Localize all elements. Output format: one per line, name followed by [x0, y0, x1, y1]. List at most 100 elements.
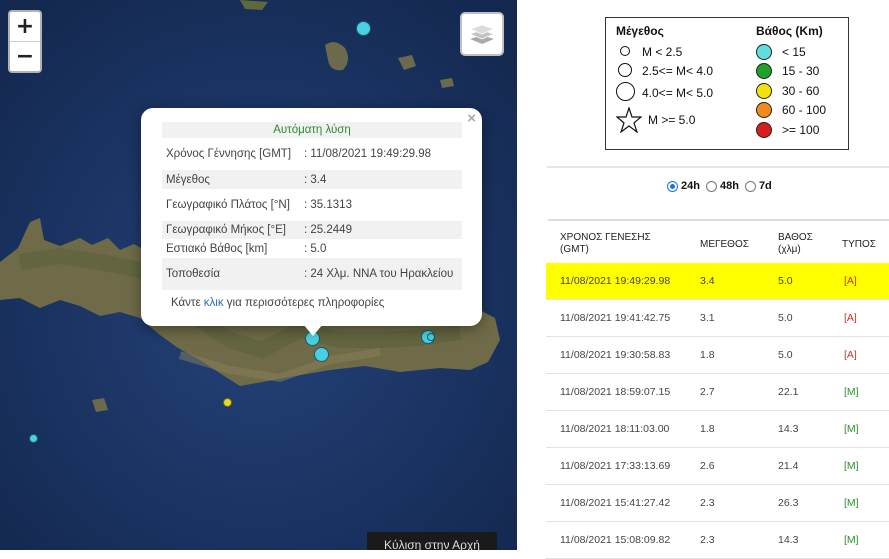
- cell-depth: 14.3: [778, 534, 799, 546]
- cell-type: [M]: [844, 534, 859, 546]
- cell-type: [A]: [844, 275, 857, 287]
- depth-swatch: [756, 43, 772, 60]
- popup-header: Αυτόματη λύση: [162, 122, 462, 138]
- radio-24h-label: 24h: [681, 180, 700, 192]
- depth-swatch: [756, 102, 772, 119]
- cell-time: 11/08/2021 17:33:13.69: [560, 460, 671, 472]
- cell-time: 11/08/2021 19:41:42.75: [560, 312, 671, 324]
- cell-time: 11/08/2021 15:41:27.42: [560, 497, 671, 509]
- cell-type: [M]: [844, 386, 859, 398]
- cell-type: [M]: [844, 460, 859, 472]
- depth-label: 30 - 60: [782, 83, 820, 98]
- cell-magnitude: 1.8: [700, 349, 715, 361]
- medium-circle-icon: [618, 62, 632, 77]
- depth-legend-item: < 15: [756, 42, 826, 62]
- table-row[interactable]: 11/08/2021 19:49:29.98 3.4 5.0 [A]: [546, 263, 889, 300]
- radio-7d[interactable]: [744, 180, 756, 192]
- column-header-time: ΧΡΟΝΟΣ ΓΕΝΕΣΗΣ (GMT): [560, 232, 651, 255]
- popup-label: Εστιακό Βάθος [km]: [166, 242, 268, 255]
- cell-magnitude: 1.8: [700, 423, 715, 435]
- cell-magnitude: 3.4: [700, 275, 715, 287]
- cell-depth: 14.3: [778, 423, 799, 435]
- column-header-type: ΤΥΠΟΣ: [842, 239, 876, 250]
- popup-value: : 24 Χλμ. ΝΝΑ του Ηρακλείου: [300, 258, 462, 290]
- layers-button[interactable]: [460, 12, 504, 56]
- scroll-to-top-button[interactable]: Κύλιση στην Αρχή: [367, 532, 497, 550]
- magnitude-label: M >= 5.0: [648, 113, 696, 127]
- table-row[interactable]: 11/08/2021 19:30:58.83 1.8 5.0 [A]: [546, 337, 889, 374]
- cell-time: 11/08/2021 18:11:03.00: [560, 423, 670, 435]
- star-icon: [616, 107, 642, 133]
- zoom-control: + −: [8, 10, 42, 73]
- popup-label: Τοποθεσία: [162, 258, 300, 290]
- table-row[interactable]: 11/08/2021 15:08:09.82 2.3 14.3 [M]: [546, 522, 889, 559]
- depth-swatch: [756, 121, 772, 138]
- popup-value: : 3.4: [300, 170, 462, 189]
- depth-legend-item: 30 - 60: [756, 81, 826, 101]
- popup-close-button[interactable]: ×: [467, 110, 476, 127]
- magnitude-label: M < 2.5: [642, 44, 683, 59]
- earthquake-marker[interactable]: [223, 398, 232, 407]
- more-info-link[interactable]: κλικ: [204, 297, 224, 309]
- radio-48h-label: 48h: [719, 180, 739, 192]
- magnitude-label: 2.5<= M< 4.0: [642, 64, 714, 79]
- depth-label: 15 - 30: [782, 64, 820, 79]
- zoom-out-button[interactable]: −: [10, 41, 40, 71]
- popup-value: : 35.1313: [304, 199, 352, 211]
- cell-depth: 26.3: [778, 497, 799, 509]
- earthquake-list-panel: Μέγεθος M < 2.5 2.5<= M< 4.0 4.0<= M< 5.…: [517, 0, 889, 559]
- column-header-depth: ΒΑΘΟΣ (χλμ): [778, 232, 813, 255]
- cell-time: 11/08/2021 19:30:58.83: [560, 349, 671, 361]
- magnitude-legend-item: M < 2.5: [616, 42, 713, 62]
- earthquake-marker[interactable]: [356, 21, 371, 36]
- magnitude-label: 4.0<= M< 5.0: [642, 86, 714, 100]
- cell-magnitude: 2.3: [700, 534, 715, 546]
- cell-depth: 5.0: [778, 275, 793, 287]
- table-header: ΧΡΟΝΟΣ ΓΕΝΕΣΗΣ (GMT) ΜΕΓΕΘΟΣ ΒΑΘΟΣ (χλμ)…: [548, 219, 889, 265]
- popup-details-table: Αυτόματη λύση Χρόνος Γέννησης [GMT]: 11/…: [162, 122, 462, 290]
- magnitude-legend-item: M >= 5.0: [616, 105, 713, 135]
- depth-legend-item: 60 - 100: [756, 101, 826, 121]
- depth-legend-item: 15 - 30: [756, 62, 826, 82]
- depth-label: >= 100: [782, 122, 820, 137]
- cell-depth: 22.1: [778, 386, 799, 398]
- popup-tip: [303, 324, 323, 336]
- depth-legend: Βάθος (Km) < 15 15 - 30 30 - 60 60 - 100…: [756, 24, 826, 140]
- earthquake-popup: × Αυτόματη λύση Χρόνος Γέννησης [GMT]: 1…: [141, 108, 482, 336]
- earthquake-marker[interactable]: [29, 434, 38, 443]
- cell-time: 11/08/2021 15:08:09.82: [560, 534, 671, 546]
- radio-24h[interactable]: [667, 180, 678, 192]
- cell-magnitude: 2.7: [700, 386, 715, 398]
- earthquake-table: 11/08/2021 19:49:29.98 3.4 5.0 [A] 11/08/20…: [546, 263, 889, 559]
- popup-value: : 25.2449: [300, 221, 462, 239]
- magnitude-legend-item: 4.0<= M< 5.0: [616, 81, 713, 105]
- divider: [547, 166, 889, 168]
- map-legend: Μέγεθος M < 2.5 2.5<= M< 4.0 4.0<= M< 5.…: [605, 17, 849, 150]
- map-view[interactable]: + − × Αυτόματη λύση Χρόνος Γέννησης [GMT…: [0, 0, 517, 550]
- earthquake-marker[interactable]: [314, 347, 329, 362]
- magnitude-legend-item: 2.5<= M< 4.0: [616, 62, 713, 82]
- cell-type: [M]: [844, 423, 859, 435]
- table-row[interactable]: 11/08/2021 17:33:13.69 2.6 21.4 [M]: [546, 448, 889, 485]
- earthquake-marker[interactable]: [427, 333, 435, 341]
- cell-depth: 5.0: [778, 349, 793, 361]
- table-row[interactable]: 11/08/2021 15:41:27.42 2.3 26.3 [M]: [546, 485, 889, 522]
- popup-value: : 5.0: [304, 242, 327, 255]
- column-header-magnitude: ΜΕΓΕΘΟΣ: [700, 239, 749, 250]
- cell-magnitude: 2.3: [700, 497, 715, 509]
- magnitude-legend-title: Μέγεθος: [616, 24, 664, 38]
- time-filter: 24h 48h 7d: [667, 180, 778, 192]
- table-row[interactable]: 11/08/2021 18:11:03.00 1.8 14.3 [M]: [546, 411, 889, 448]
- popup-value: : 11/08/2021 19:49:29.98: [304, 148, 432, 160]
- cell-magnitude: 3.1: [700, 312, 715, 324]
- more-info-prefix: Κάντε: [171, 297, 204, 309]
- cell-type: [A]: [844, 349, 857, 361]
- large-circle-icon: [616, 82, 635, 101]
- zoom-in-button[interactable]: +: [10, 12, 40, 41]
- radio-48h[interactable]: [705, 180, 717, 192]
- table-row[interactable]: 11/08/2021 19:41:42.75 3.1 5.0 [A]: [546, 300, 889, 337]
- depth-label: < 15: [782, 44, 806, 59]
- depth-legend-item: >= 100: [756, 120, 826, 140]
- popup-label: Γεωγραφικό Μήκος [°E]: [162, 221, 300, 239]
- table-row[interactable]: 11/08/2021 18:59:07.15 2.7 22.1 [M]: [546, 374, 889, 411]
